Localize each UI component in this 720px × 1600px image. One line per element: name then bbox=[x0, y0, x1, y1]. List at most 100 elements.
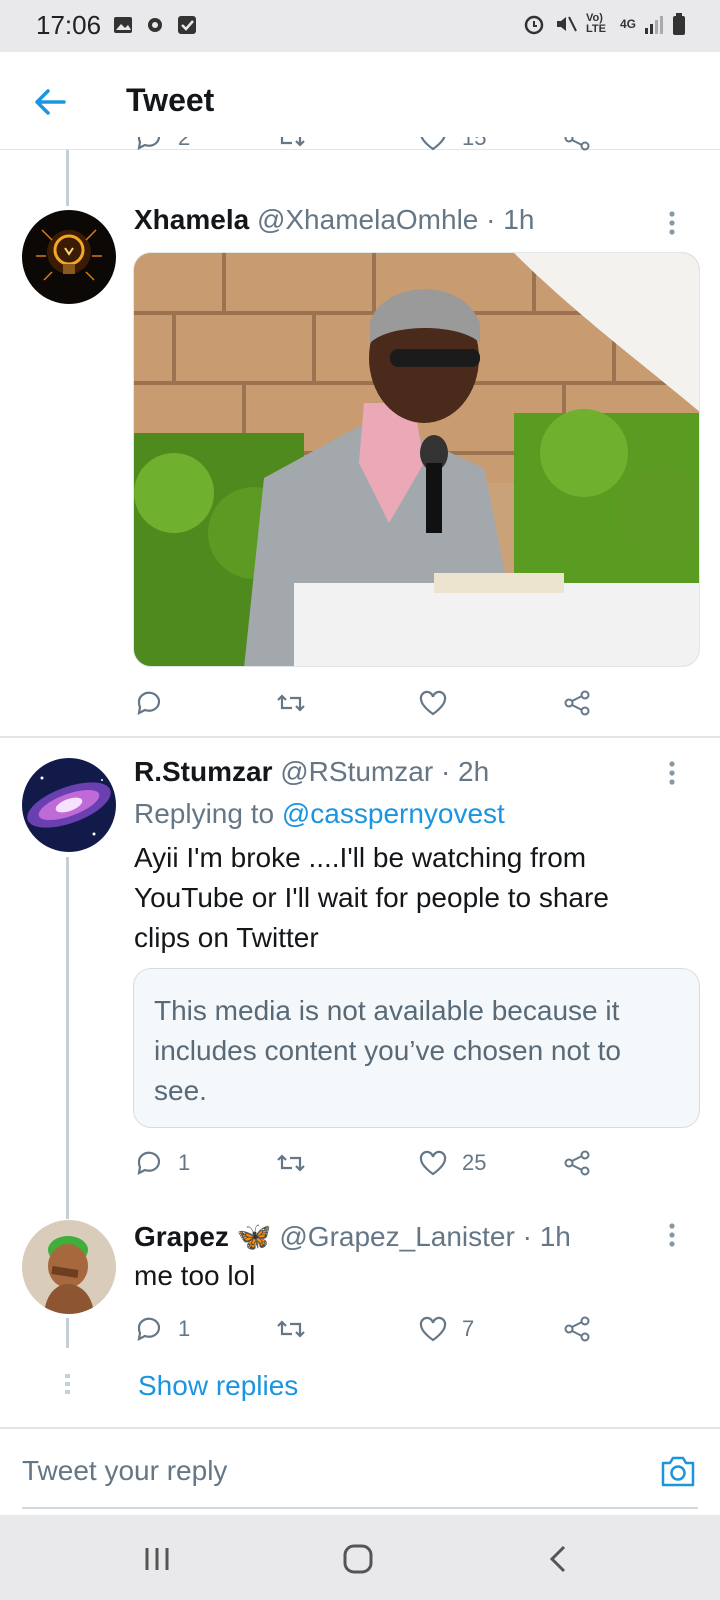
system-nav-bar bbox=[0, 1515, 720, 1600]
tweet-time: · 1h bbox=[522, 1221, 571, 1252]
share-icon bbox=[564, 1150, 590, 1176]
back-arrow-icon[interactable] bbox=[30, 82, 70, 122]
reply-icon bbox=[137, 691, 161, 715]
tweet-actions: 1 25 bbox=[134, 1148, 614, 1188]
tweet-header: Xhamela @XhamelaOmhle · 1h bbox=[134, 204, 534, 236]
tweet-text: me too lol bbox=[134, 1260, 256, 1291]
tweet-text-line: Ayii I'm broke ....I'll be watching from bbox=[134, 842, 587, 873]
avatar[interactable] bbox=[22, 758, 116, 852]
recent-apps-icon[interactable] bbox=[137, 1539, 177, 1579]
replying-to-handle[interactable]: @casspernyovest bbox=[282, 798, 505, 829]
tweet-photo[interactable] bbox=[133, 252, 700, 667]
parent-tweet-actions: 2 15 bbox=[134, 137, 614, 167]
reply-input[interactable]: Tweet your reply bbox=[22, 1455, 227, 1487]
avatar[interactable] bbox=[22, 210, 116, 304]
display-name[interactable]: Grapez bbox=[134, 1221, 229, 1252]
hidden-media-notice[interactable]: This media is not available because it i… bbox=[133, 968, 700, 1128]
share-button[interactable] bbox=[562, 137, 592, 153]
user-handle[interactable]: @RStumzar bbox=[280, 756, 433, 787]
photo-man-with-microphone bbox=[134, 253, 699, 666]
settings-icon bbox=[148, 18, 162, 32]
retweet-button[interactable] bbox=[276, 688, 306, 718]
reply-button[interactable]: 1 bbox=[134, 1314, 190, 1344]
reply-button[interactable]: 2 bbox=[134, 137, 190, 153]
thread-connector bbox=[66, 857, 69, 1219]
status-bar: 17:06 Vo) LTE 4G bbox=[0, 0, 720, 52]
avatar[interactable] bbox=[22, 1220, 116, 1314]
retweet-icon bbox=[277, 694, 305, 712]
butterfly-emoji: 🦋 bbox=[236, 1221, 272, 1252]
tweet-actions bbox=[134, 688, 614, 728]
show-replies-link[interactable]: Show replies bbox=[138, 1370, 298, 1402]
network-type: 4G bbox=[619, 17, 636, 31]
share-button[interactable] bbox=[562, 1314, 592, 1344]
signal-icon bbox=[645, 16, 663, 34]
status-right-icons: Vo) LTE 4G bbox=[522, 12, 686, 36]
share-icon bbox=[564, 690, 590, 716]
tweet-text-line: clips on Twitter bbox=[134, 922, 319, 953]
thread-connector bbox=[66, 1318, 69, 1348]
heart-icon bbox=[420, 137, 446, 151]
retweet-icon bbox=[280, 137, 305, 147]
tweet-time: · 2h bbox=[440, 756, 490, 787]
tweet-time: · 1h bbox=[486, 204, 535, 235]
reply-icon bbox=[137, 1151, 161, 1175]
reply-count: 2 bbox=[178, 137, 191, 150]
reply-button[interactable]: 1 bbox=[134, 1148, 190, 1178]
heart-icon bbox=[419, 1316, 447, 1342]
like-button[interactable]: 25 bbox=[418, 1148, 486, 1178]
like-button[interactable] bbox=[418, 688, 448, 718]
status-time: 17:06 bbox=[36, 10, 102, 40]
reply-icon bbox=[137, 1317, 161, 1341]
reply-count: 1 bbox=[178, 1316, 191, 1341]
like-count: 25 bbox=[462, 1150, 487, 1175]
share-icon bbox=[564, 137, 590, 151]
galaxy-avatar-image bbox=[22, 758, 116, 852]
home-icon[interactable] bbox=[338, 1539, 378, 1579]
reply-composer: Tweet your reply bbox=[0, 1427, 720, 1515]
retweet-icon bbox=[277, 1154, 305, 1172]
checkbox-icon bbox=[178, 16, 196, 34]
battery-icon bbox=[673, 13, 685, 35]
like-count: 7 bbox=[462, 1316, 475, 1341]
gallery-icon bbox=[114, 17, 132, 33]
more-options-icon[interactable] bbox=[668, 1222, 676, 1248]
more-options-icon[interactable] bbox=[668, 760, 676, 786]
lightbulb-avatar-image bbox=[22, 210, 116, 304]
tweet-text: Ayii I'm broke ....I'll be watching from… bbox=[134, 838, 694, 958]
display-name[interactable]: Xhamela bbox=[134, 204, 249, 235]
back-nav-icon[interactable] bbox=[539, 1539, 579, 1579]
more-options-icon[interactable] bbox=[668, 210, 676, 236]
mute-icon bbox=[556, 16, 577, 32]
user-handle[interactable]: @Grapez_Lanister bbox=[279, 1221, 514, 1252]
like-count: 15 bbox=[462, 137, 487, 150]
thread-connector bbox=[66, 150, 69, 206]
volte-label: Vo) LTE bbox=[585, 12, 606, 35]
replying-to: Replying to @casspernyovest bbox=[134, 798, 505, 830]
retweet-icon bbox=[277, 1320, 305, 1338]
user-handle[interactable]: @XhamelaOmhle bbox=[257, 204, 478, 235]
retweet-button[interactable] bbox=[276, 1148, 306, 1178]
alarm-icon bbox=[524, 15, 544, 35]
top-app-bar: Tweet bbox=[0, 52, 720, 150]
retweet-button[interactable] bbox=[276, 137, 306, 153]
share-button[interactable] bbox=[562, 1148, 592, 1178]
tweet-text-line: YouTube or I'll wait for people to share bbox=[134, 882, 609, 913]
reply-count: 1 bbox=[178, 1150, 191, 1175]
tweet-header: Grapez 🦋 @Grapez_Lanister · 1h bbox=[134, 1220, 571, 1253]
display-name[interactable]: R.Stumzar bbox=[134, 756, 272, 787]
replying-to-label: Replying to bbox=[134, 798, 275, 829]
like-button[interactable]: 15 bbox=[418, 137, 486, 153]
share-icon bbox=[564, 1316, 590, 1342]
reply-button[interactable] bbox=[134, 688, 164, 718]
retweet-button[interactable] bbox=[276, 1314, 306, 1344]
share-button[interactable] bbox=[562, 688, 592, 718]
camera-icon[interactable] bbox=[658, 1451, 698, 1491]
like-button[interactable]: 7 bbox=[418, 1314, 474, 1344]
reply-icon bbox=[137, 137, 161, 150]
status-left-icons bbox=[112, 14, 198, 36]
tweet-actions: 1 7 bbox=[134, 1314, 614, 1354]
page-title: Tweet bbox=[126, 82, 215, 118]
tweet-divider bbox=[0, 736, 720, 738]
heart-icon bbox=[419, 690, 447, 716]
